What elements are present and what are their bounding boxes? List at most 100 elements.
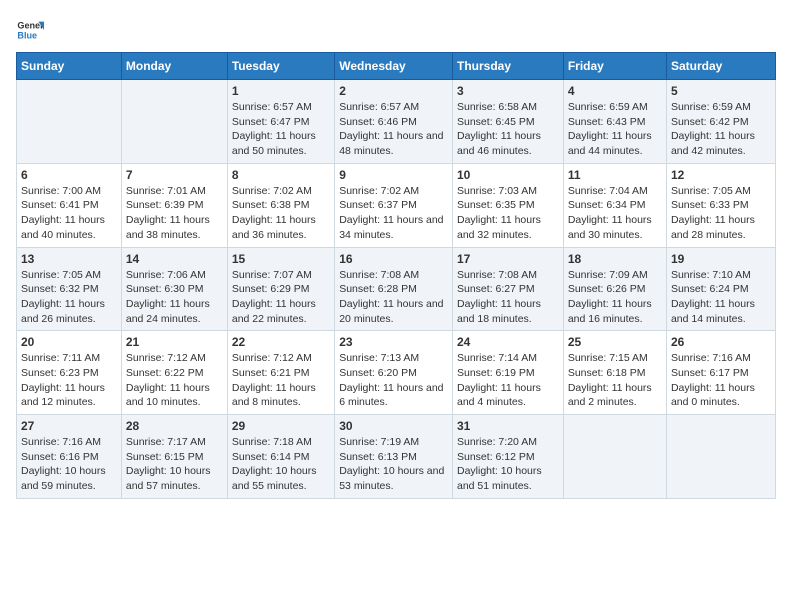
day-number: 21 [126, 335, 223, 349]
day-content: Sunrise: 7:03 AM Sunset: 6:35 PM Dayligh… [457, 184, 559, 243]
day-content: Sunrise: 7:06 AM Sunset: 6:30 PM Dayligh… [126, 268, 223, 327]
day-number: 14 [126, 252, 223, 266]
day-number: 19 [671, 252, 771, 266]
day-content: Sunrise: 7:16 AM Sunset: 6:16 PM Dayligh… [21, 435, 117, 494]
calendar-cell: 18Sunrise: 7:09 AM Sunset: 6:26 PM Dayli… [563, 247, 666, 331]
calendar-cell: 3 Sunrise: 6:58 AM Sunset: 6:45 PM Daylig… [453, 80, 564, 164]
calendar-cell: 29 Sunrise: 7:18 AM Sunset: 6:14 PM Dayli… [227, 415, 334, 499]
day-content: Sunrise: 7:08 AM Sunset: 6:27 PM Dayligh… [457, 268, 559, 327]
weekday-header-tuesday: Tuesday [227, 53, 334, 80]
day-content: Sunrise: 6:59 AM Sunset: 6:43 PM Dayligh… [568, 100, 662, 159]
day-content: Sunrise: 7:04 AM Sunset: 6:34 PM Dayligh… [568, 184, 662, 243]
day-content: Sunrise: 7:19 AM Sunset: 6:13 PM Dayligh… [339, 435, 448, 494]
weekday-header-thursday: Thursday [453, 53, 564, 80]
calendar-table: SundayMondayTuesdayWednesdayThursdayFrid… [16, 52, 776, 499]
day-content: Sunrise: 7:08 AM Sunset: 6:28 PM Dayligh… [339, 268, 448, 327]
day-content: Sunrise: 7:09 AM Sunset: 6:26 PM Dayligh… [568, 268, 662, 327]
calendar-cell: 2 Sunrise: 6:57 AM Sunset: 6:46 PM Daylig… [335, 80, 453, 164]
day-number: 11 [568, 168, 662, 182]
day-number: 6 [21, 168, 117, 182]
day-content: Sunrise: 7:02 AM Sunset: 6:37 PM Dayligh… [339, 184, 448, 243]
calendar-cell: 21 Sunrise: 7:12 AM Sunset: 6:22 PM Dayli… [121, 331, 227, 415]
day-number: 2 [339, 84, 448, 98]
calendar-cell: 26Sunrise: 7:16 AM Sunset: 6:17 PM Dayli… [666, 331, 775, 415]
weekday-header-row: SundayMondayTuesdayWednesdayThursdayFrid… [17, 53, 776, 80]
calendar-cell: 9 Sunrise: 7:02 AM Sunset: 6:37 PM Daylig… [335, 163, 453, 247]
calendar-cell: 19 Sunrise: 7:10 AM Sunset: 6:24 PM Dayli… [666, 247, 775, 331]
day-content: Sunrise: 7:02 AM Sunset: 6:38 PM Dayligh… [232, 184, 330, 243]
logo: General Blue [16, 16, 44, 44]
calendar-cell: 1 Sunrise: 6:57 AM Sunset: 6:47 PM Daylig… [227, 80, 334, 164]
day-number: 31 [457, 419, 559, 433]
day-number: 24 [457, 335, 559, 349]
calendar-cell: 7 Sunrise: 7:01 AM Sunset: 6:39 PM Daylig… [121, 163, 227, 247]
day-content: Sunrise: 6:59 AM Sunset: 6:42 PM Dayligh… [671, 100, 771, 159]
calendar-cell: 8 Sunrise: 7:02 AM Sunset: 6:38 PM Daylig… [227, 163, 334, 247]
day-number: 7 [126, 168, 223, 182]
day-content: Sunrise: 7:12 AM Sunset: 6:21 PM Dayligh… [232, 351, 330, 410]
calendar-cell: 15 Sunrise: 7:07 AM Sunset: 6:29 PM Dayli… [227, 247, 334, 331]
day-number: 8 [232, 168, 330, 182]
day-number: 25 [568, 335, 662, 349]
day-content: Sunrise: 7:10 AM Sunset: 6:24 PM Dayligh… [671, 268, 771, 327]
day-content: Sunrise: 7:12 AM Sunset: 6:22 PM Dayligh… [126, 351, 223, 410]
calendar-cell: 23 Sunrise: 7:13 AM Sunset: 6:20 PM Dayli… [335, 331, 453, 415]
day-number: 17 [457, 252, 559, 266]
calendar-cell [17, 80, 122, 164]
day-number: 29 [232, 419, 330, 433]
day-content: Sunrise: 6:58 AM Sunset: 6:45 PM Dayligh… [457, 100, 559, 159]
day-number: 12 [671, 168, 771, 182]
calendar-cell: 14 Sunrise: 7:06 AM Sunset: 6:30 PM Dayli… [121, 247, 227, 331]
calendar-cell [121, 80, 227, 164]
day-number: 15 [232, 252, 330, 266]
day-number: 20 [21, 335, 117, 349]
calendar-cell: 13 Sunrise: 7:05 AM Sunset: 6:32 PM Dayli… [17, 247, 122, 331]
calendar-cell: 20 Sunrise: 7:11 AM Sunset: 6:23 PM Dayli… [17, 331, 122, 415]
logo-icon: General Blue [16, 16, 44, 44]
weekday-header-friday: Friday [563, 53, 666, 80]
day-content: Sunrise: 7:13 AM Sunset: 6:20 PM Dayligh… [339, 351, 448, 410]
calendar-cell: 16 Sunrise: 7:08 AM Sunset: 6:28 PM Dayli… [335, 247, 453, 331]
calendar-cell: 17 Sunrise: 7:08 AM Sunset: 6:27 PM Dayli… [453, 247, 564, 331]
day-content: Sunrise: 7:11 AM Sunset: 6:23 PM Dayligh… [21, 351, 117, 410]
calendar-cell: 5Sunrise: 6:59 AM Sunset: 6:42 PM Daylig… [666, 80, 775, 164]
day-content: Sunrise: 6:57 AM Sunset: 6:47 PM Dayligh… [232, 100, 330, 159]
day-number: 1 [232, 84, 330, 98]
day-content: Sunrise: 7:20 AM Sunset: 6:12 PM Dayligh… [457, 435, 559, 494]
day-number: 16 [339, 252, 448, 266]
day-number: 28 [126, 419, 223, 433]
day-number: 27 [21, 419, 117, 433]
week-row-4: 20 Sunrise: 7:11 AM Sunset: 6:23 PM Dayli… [17, 331, 776, 415]
week-row-3: 13 Sunrise: 7:05 AM Sunset: 6:32 PM Dayli… [17, 247, 776, 331]
day-number: 13 [21, 252, 117, 266]
day-number: 23 [339, 335, 448, 349]
page-header: General Blue [16, 16, 776, 44]
calendar-cell: 25Sunrise: 7:15 AM Sunset: 6:18 PM Dayli… [563, 331, 666, 415]
calendar-cell: 4 Sunrise: 6:59 AM Sunset: 6:43 PM Daylig… [563, 80, 666, 164]
calendar-cell: 11 Sunrise: 7:04 AM Sunset: 6:34 PM Dayli… [563, 163, 666, 247]
svg-text:Blue: Blue [17, 30, 37, 40]
day-number: 4 [568, 84, 662, 98]
day-number: 30 [339, 419, 448, 433]
day-content: Sunrise: 7:05 AM Sunset: 6:33 PM Dayligh… [671, 184, 771, 243]
day-content: Sunrise: 7:00 AM Sunset: 6:41 PM Dayligh… [21, 184, 117, 243]
weekday-header-saturday: Saturday [666, 53, 775, 80]
calendar-cell: 6 Sunrise: 7:00 AM Sunset: 6:41 PM Daylig… [17, 163, 122, 247]
week-row-5: 27 Sunrise: 7:16 AM Sunset: 6:16 PM Dayli… [17, 415, 776, 499]
day-content: Sunrise: 7:16 AM Sunset: 6:17 PM Dayligh… [671, 351, 771, 410]
day-content: Sunrise: 6:57 AM Sunset: 6:46 PM Dayligh… [339, 100, 448, 159]
day-number: 10 [457, 168, 559, 182]
day-content: Sunrise: 7:14 AM Sunset: 6:19 PM Dayligh… [457, 351, 559, 410]
week-row-1: 1 Sunrise: 6:57 AM Sunset: 6:47 PM Daylig… [17, 80, 776, 164]
weekday-header-monday: Monday [121, 53, 227, 80]
day-number: 9 [339, 168, 448, 182]
calendar-cell: 31 Sunrise: 7:20 AM Sunset: 6:12 PM Dayli… [453, 415, 564, 499]
week-row-2: 6 Sunrise: 7:00 AM Sunset: 6:41 PM Daylig… [17, 163, 776, 247]
day-content: Sunrise: 7:07 AM Sunset: 6:29 PM Dayligh… [232, 268, 330, 327]
day-number: 3 [457, 84, 559, 98]
weekday-header-wednesday: Wednesday [335, 53, 453, 80]
day-content: Sunrise: 7:05 AM Sunset: 6:32 PM Dayligh… [21, 268, 117, 327]
day-content: Sunrise: 7:18 AM Sunset: 6:14 PM Dayligh… [232, 435, 330, 494]
day-content: Sunrise: 7:01 AM Sunset: 6:39 PM Dayligh… [126, 184, 223, 243]
calendar-cell [563, 415, 666, 499]
